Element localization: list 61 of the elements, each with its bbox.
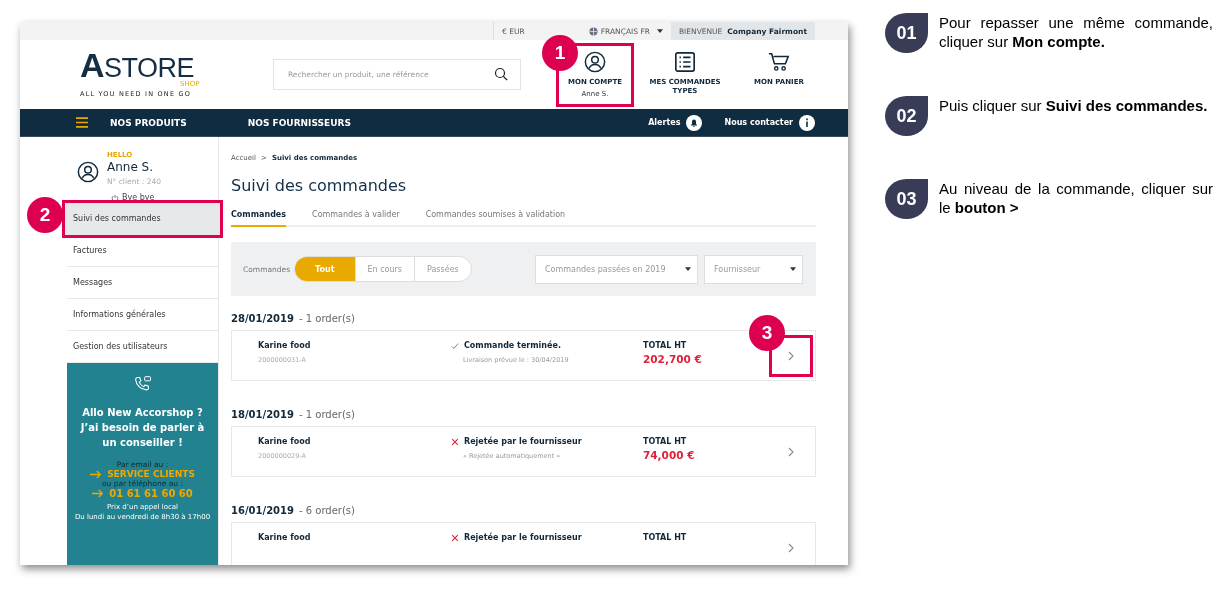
power-icon (111, 193, 119, 202)
order-status: Commande terminée. (464, 341, 561, 350)
order-count: - 1 order(s) (298, 409, 355, 420)
nav-link[interactable]: NOS PRODUITS (110, 117, 187, 128)
chevron-right-icon (788, 446, 794, 457)
caret-icon (656, 29, 663, 33)
total-label: TOTAL HT (643, 437, 688, 446)
total-label: TOTAL HT (643, 341, 688, 350)
sidebar-item[interactable]: Factures (67, 235, 218, 267)
order-status: Rejetée par le fournisseur (464, 437, 582, 446)
cross-icon (451, 533, 459, 542)
list-icon (674, 50, 696, 73)
order-status: Rejetée par le fournisseur (464, 533, 582, 542)
order-count: - 1 order(s) (298, 313, 355, 324)
arrow-icon (92, 489, 105, 498)
chevron-right-icon (788, 542, 794, 553)
total-label: TOTAL HT (643, 533, 688, 542)
logo-wordmark[interactable]: ASTORE (80, 51, 273, 81)
caret-icon (685, 267, 691, 271)
order-total: 74,000 € (643, 449, 696, 461)
tab[interactable]: Commandes (231, 210, 287, 227)
arrow-icon (90, 469, 103, 479)
order-total: 202,700 € (643, 353, 703, 365)
supplier-name: Karine food (258, 341, 312, 350)
sidebar-item[interactable]: Suivi des commandes (65, 203, 220, 235)
step-instruction: Puis cliquer sur Suivi des commandes. (939, 96, 1209, 116)
sidebar-item[interactable]: Messages (67, 267, 218, 299)
sidebar-item[interactable]: Informations générales (67, 299, 218, 331)
nav-link[interactable]: Nous contacter (724, 118, 793, 127)
tab[interactable]: Commandes soumises à validation (425, 210, 566, 227)
page-title: Suivi des commandes (231, 176, 408, 195)
user-icon (77, 161, 99, 183)
cart-icon (768, 50, 790, 73)
order-date: 28/01/2019 (231, 313, 294, 324)
bell-icon (686, 114, 703, 131)
step-instruction: Au niveau de la commande, cliquer sur le bouton > (939, 179, 1213, 218)
step-marker: 3 (749, 314, 785, 351)
step-number: 01 (885, 13, 928, 53)
chevron-right-icon (788, 350, 794, 361)
menu-icon[interactable] (76, 117, 88, 128)
user-name: Anne S. (107, 160, 155, 174)
step-number: 02 (885, 96, 928, 136)
search-icon (494, 67, 509, 82)
step-marker: 2 (27, 197, 63, 233)
step-instruction: Pour repasser une même commande, cliquer sur Mon compte. (939, 13, 1213, 52)
caret-icon (790, 267, 796, 271)
globe-icon (588, 26, 598, 36)
supplier-name: Karine food (258, 437, 312, 446)
info-icon (799, 114, 815, 131)
tab[interactable]: Commandes à valider (312, 210, 400, 227)
supplier-name: Karine food (258, 533, 312, 542)
cross-icon (451, 437, 459, 446)
step-number: 03 (885, 179, 928, 219)
nav-link[interactable]: Alertes (648, 118, 681, 127)
order-date: 18/01/2019 (231, 409, 294, 420)
check-icon (451, 341, 459, 350)
order-count: - 6 order(s) (298, 505, 355, 516)
help-title: Allo New Accorshop ? J’ai besoin de parler à un conseiller ! (79, 406, 206, 450)
order-date: 16/01/2019 (231, 505, 294, 516)
user-icon (584, 50, 606, 73)
nav-link[interactable]: NOS FOURNISSEURS (247, 117, 351, 128)
